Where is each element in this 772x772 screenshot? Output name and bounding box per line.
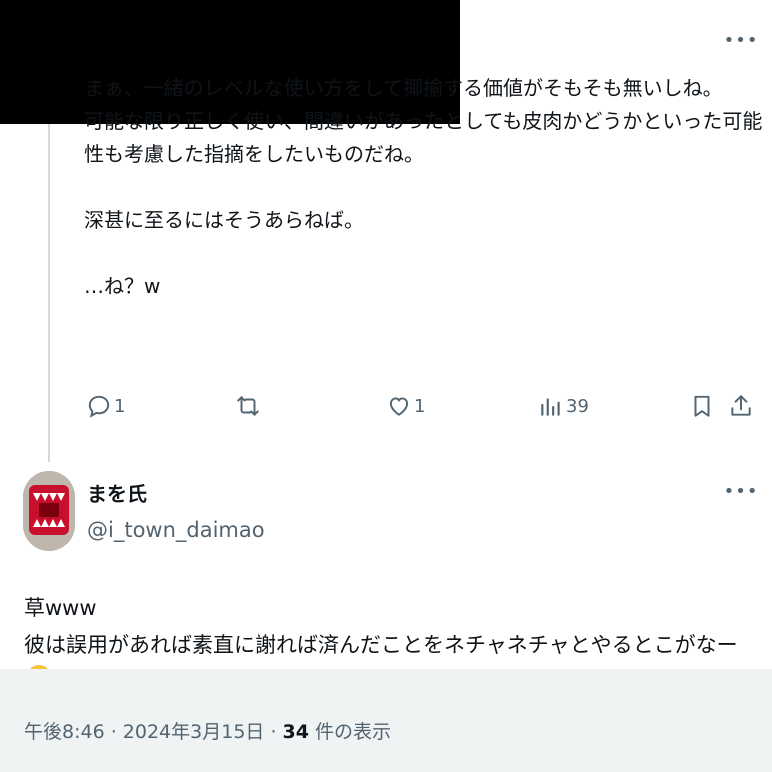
share-icon [731,395,751,416]
bookmark-icon [694,395,710,417]
meta-separator: · [104,721,123,743]
views-button[interactable]: 39 [538,386,589,426]
author-avatar[interactable] [23,471,75,551]
reply-icon [88,395,110,418]
reply-text-content: 草www 彼は誤用があれば素直に謝れば済んだことをネチャネチャとやるとこがなー [24,596,738,657]
reply-more-options-icon[interactable]: ••• [724,482,758,502]
meta-separator: · [264,721,283,743]
view-count-number: 34 [282,721,309,743]
heart-icon [389,397,409,416]
author-handle[interactable]: @i_town_daimao [87,518,265,542]
post-metadata-footer: 午後8:46 · 2024年3月15日 · 34 件の表示 [0,669,772,772]
views-count: 39 [566,395,589,417]
share-button[interactable] [728,386,754,426]
avatar-image [23,471,75,551]
post-date[interactable]: 2024年3月15日 [123,721,265,743]
repost-button[interactable] [235,386,263,426]
post-time[interactable]: 午後8:46 [24,721,105,743]
first-post-action-bar: 1 1 39 [0,386,772,426]
like-count: 1 [414,395,426,417]
post-metadata: 午後8:46 · 2024年3月15日 · 34 件の表示 [24,717,391,744]
reply-count: 1 [114,395,126,417]
reply-button[interactable]: 1 [86,386,125,426]
more-options-icon[interactable]: ••• [724,31,758,51]
bookmark-button[interactable] [689,386,715,426]
analytics-icon [541,398,560,416]
repost-icon [237,396,259,416]
like-button[interactable]: 1 [386,386,425,426]
first-post-text: まぁ、一緒のレベルな使い方をして揶揄する価値がそもそも無いしね。 可能な限り正し… [84,76,763,298]
view-count-label: 件の表示 [309,721,392,743]
author-name[interactable]: まを氏 [87,478,147,507]
